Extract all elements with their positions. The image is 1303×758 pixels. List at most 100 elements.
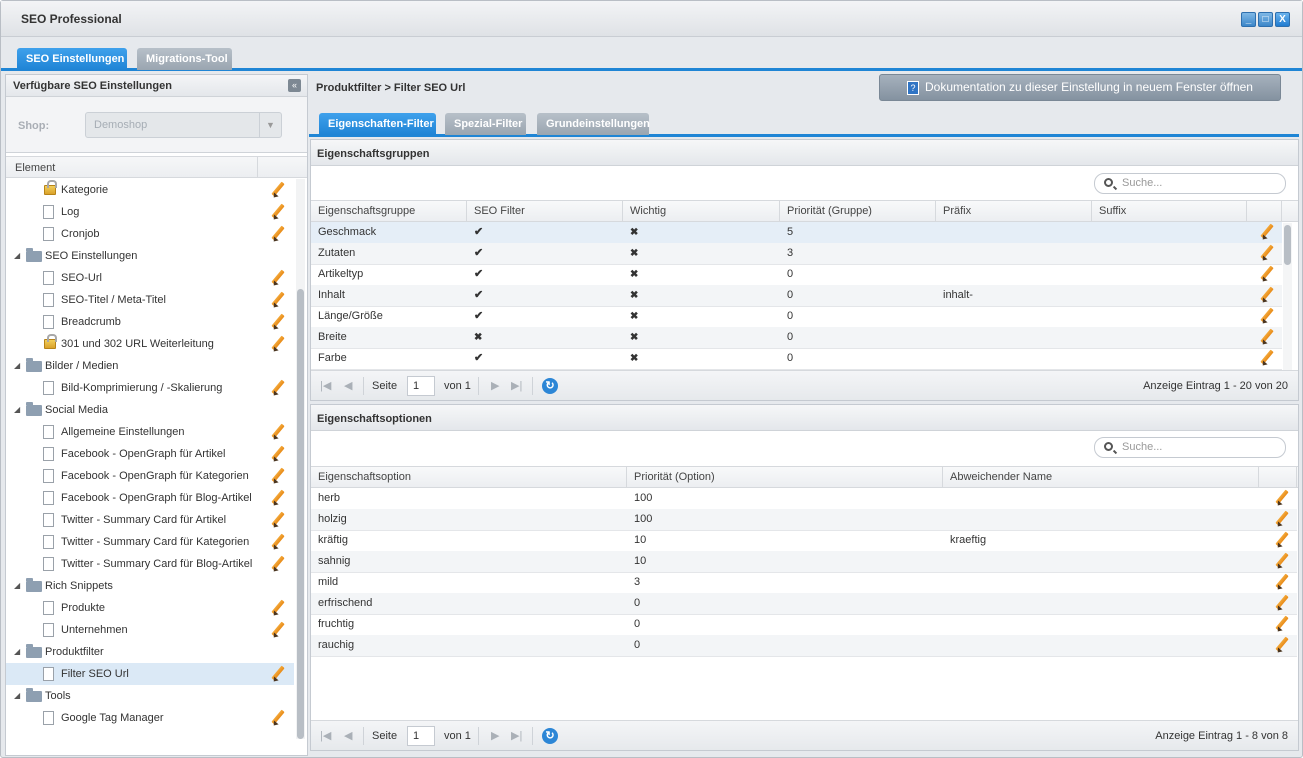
column-header[interactable]: Priorität (Gruppe): [780, 201, 936, 222]
pencil-icon[interactable]: [270, 292, 286, 308]
tree-folder[interactable]: ◢ Rich Snippets: [6, 575, 294, 597]
table-row[interactable]: mild 3: [311, 572, 1297, 594]
tree-item[interactable]: Facebook - OpenGraph für Artikel: [6, 443, 294, 465]
last-page-icon[interactable]: ▶|: [511, 729, 522, 742]
pencil-icon[interactable]: [1259, 350, 1275, 366]
tree-scrollbar[interactable]: [296, 179, 305, 739]
pencil-icon[interactable]: [1274, 616, 1290, 632]
table-row[interactable]: Inhalt ✔ ✖ 0 inhalt-: [311, 285, 1282, 307]
pencil-icon[interactable]: [1274, 490, 1290, 506]
expand-icon[interactable]: ◢: [14, 399, 20, 421]
table-row[interactable]: Zutaten ✔ ✖ 3: [311, 243, 1282, 265]
pencil-icon[interactable]: [270, 380, 286, 396]
tree-item[interactable]: Allgemeine Einstellungen: [6, 421, 294, 443]
pencil-icon[interactable]: [1259, 308, 1275, 324]
tree-item[interactable]: Google Tag Manager: [6, 707, 294, 729]
tab-migrations-tool[interactable]: Migrations-Tool: [137, 48, 232, 70]
tree-item[interactable]: SEO-Url: [6, 267, 294, 289]
prev-page-icon[interactable]: ◀: [344, 379, 352, 392]
tab-seo-einstellungen[interactable]: SEO Einstellungen: [17, 48, 127, 70]
pencil-icon[interactable]: [270, 600, 286, 616]
page-input[interactable]: 1: [407, 726, 435, 746]
pencil-icon[interactable]: [270, 710, 286, 726]
tree-item[interactable]: Twitter - Summary Card für Artikel: [6, 509, 294, 531]
tree-folder[interactable]: ◢ Tools: [6, 685, 294, 707]
pencil-icon[interactable]: [270, 226, 286, 242]
column-header[interactable]: Priorität (Option): [627, 467, 943, 488]
pencil-icon[interactable]: [270, 512, 286, 528]
tree-item[interactable]: Log: [6, 201, 294, 223]
pencil-icon[interactable]: [270, 424, 286, 440]
tree-folder[interactable]: ◢ Social Media: [6, 399, 294, 421]
expand-icon[interactable]: ◢: [14, 355, 20, 377]
tree-item[interactable]: Unternehmen: [6, 619, 294, 641]
column-header[interactable]: SEO Filter: [467, 201, 623, 222]
tree-item[interactable]: Cronjob: [6, 223, 294, 245]
pencil-icon[interactable]: [270, 622, 286, 638]
refresh-icon[interactable]: ↻: [542, 378, 558, 394]
table-row[interactable]: holzig 100: [311, 509, 1297, 531]
prev-page-icon[interactable]: ◀: [344, 729, 352, 742]
groups-search-input[interactable]: Suche...: [1094, 173, 1286, 194]
column-header[interactable]: Präfix: [936, 201, 1092, 222]
tree-scrollbar-thumb[interactable]: [297, 289, 304, 739]
expand-icon[interactable]: ◢: [14, 685, 20, 707]
pencil-icon[interactable]: [270, 534, 286, 550]
first-page-icon[interactable]: |◀: [320, 379, 331, 392]
pencil-icon[interactable]: [270, 666, 286, 682]
tree-item[interactable]: Facebook - OpenGraph für Blog-Artikel: [6, 487, 294, 509]
tree-item[interactable]: SEO-Titel / Meta-Titel: [6, 289, 294, 311]
minimize-icon[interactable]: _: [1241, 12, 1256, 27]
column-header[interactable]: Eigenschaftsoption: [311, 467, 627, 488]
pencil-icon[interactable]: [1274, 532, 1290, 548]
table-row[interactable]: sahnig 10: [311, 551, 1297, 573]
tree-item[interactable]: Produkte: [6, 597, 294, 619]
first-page-icon[interactable]: |◀: [320, 729, 331, 742]
table-row[interactable]: Farbe ✔ ✖ 0: [311, 348, 1282, 370]
pencil-icon[interactable]: [1274, 553, 1290, 569]
pencil-icon[interactable]: [1274, 574, 1290, 590]
pencil-icon[interactable]: [1259, 266, 1275, 282]
shop-select[interactable]: Demoshop ▼: [85, 112, 282, 138]
table-row[interactable]: Breite ✖ ✖ 0: [311, 327, 1282, 349]
last-page-icon[interactable]: ▶|: [511, 379, 522, 392]
table-row[interactable]: kräftig 10 kraeftig: [311, 530, 1297, 552]
tree-item[interactable]: Breadcrumb: [6, 311, 294, 333]
options-search-input[interactable]: Suche...: [1094, 437, 1286, 458]
expand-icon[interactable]: ◢: [14, 245, 20, 267]
page-input[interactable]: 1: [407, 376, 435, 396]
table-row[interactable]: Artikeltyp ✔ ✖ 0: [311, 264, 1282, 286]
pencil-icon[interactable]: [270, 490, 286, 506]
tree-item[interactable]: Bild-Komprimierung / -Skalierung: [6, 377, 294, 399]
tab-spezial-filter[interactable]: Spezial-Filter: [445, 113, 526, 135]
tree-item[interactable]: Filter SEO Url: [6, 663, 294, 685]
pencil-icon[interactable]: [1274, 511, 1290, 527]
tree-folder[interactable]: ◢ Produktfilter: [6, 641, 294, 663]
refresh-icon[interactable]: ↻: [542, 728, 558, 744]
table-row[interactable]: rauchig 0: [311, 635, 1297, 657]
table-row[interactable]: herb 100: [311, 488, 1297, 510]
pencil-icon[interactable]: [1259, 287, 1275, 303]
tab-eigenschaften-filter[interactable]: Eigenschaften-Filter: [319, 113, 436, 135]
table-row[interactable]: fruchtig 0: [311, 614, 1297, 636]
pencil-icon[interactable]: [1259, 329, 1275, 345]
groups-scrollbar[interactable]: [1283, 223, 1292, 371]
column-header[interactable]: Abweichender Name: [943, 467, 1259, 488]
tree-folder[interactable]: ◢ SEO Einstellungen: [6, 245, 294, 267]
next-page-icon[interactable]: ▶: [491, 729, 499, 742]
documentation-button[interactable]: ? Dokumentation zu dieser Einstellung in …: [879, 74, 1281, 101]
pencil-icon[interactable]: [270, 556, 286, 572]
table-row[interactable]: erfrischend 0: [311, 593, 1297, 615]
pencil-icon[interactable]: [1274, 595, 1290, 611]
tree-item[interactable]: Kategorie: [6, 179, 294, 201]
pencil-icon[interactable]: [270, 204, 286, 220]
pencil-icon[interactable]: [270, 182, 286, 198]
column-header[interactable]: Eigenschaftsgruppe: [311, 201, 467, 222]
pencil-icon[interactable]: [1259, 224, 1275, 240]
tree-item[interactable]: Twitter - Summary Card für Kategorien: [6, 531, 294, 553]
chevron-down-icon[interactable]: ▼: [259, 113, 281, 137]
pencil-icon[interactable]: [270, 468, 286, 484]
pencil-icon[interactable]: [1259, 245, 1275, 261]
tree-folder[interactable]: ◢ Bilder / Medien: [6, 355, 294, 377]
pencil-icon[interactable]: [270, 314, 286, 330]
